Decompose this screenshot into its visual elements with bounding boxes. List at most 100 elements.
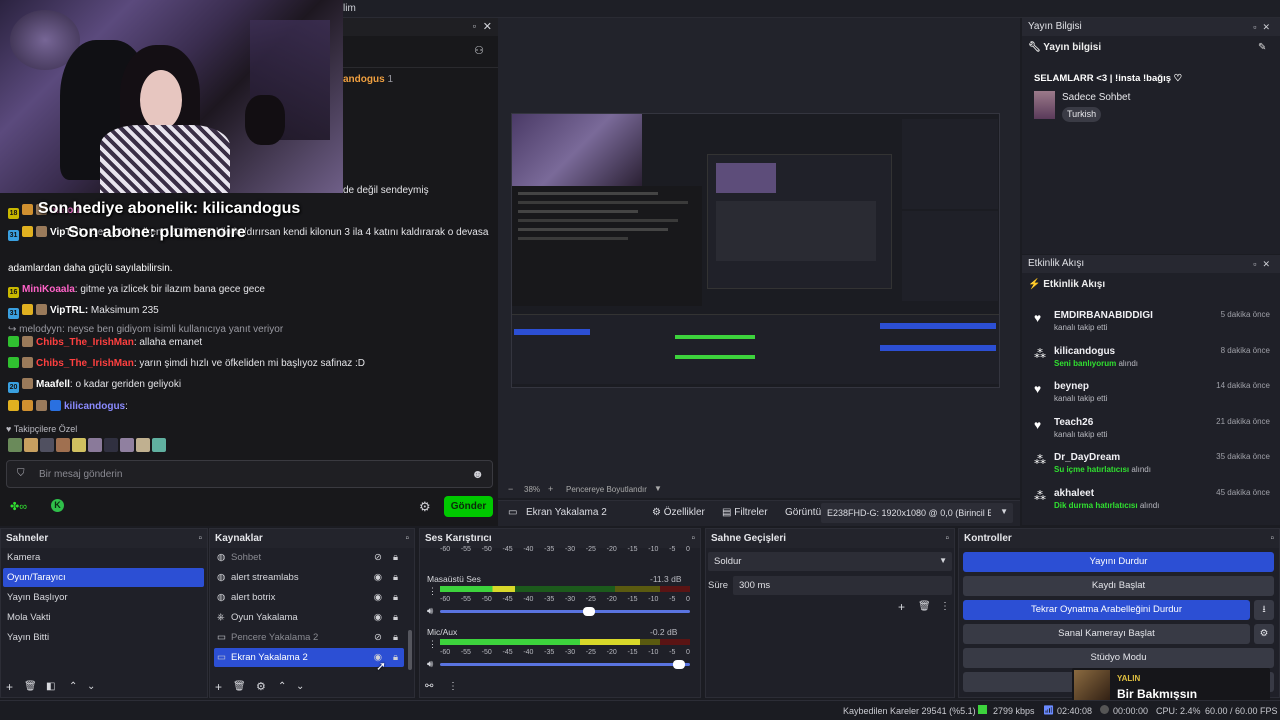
mixer-link-icon[interactable]: ⚯ <box>425 680 433 694</box>
move-up-icon[interactable]: ⌃ <box>69 680 77 694</box>
scene-item[interactable]: Oyun/Tarayıcı <box>3 568 204 587</box>
filters-button[interactable]: ▤ Filtreler <box>722 503 768 523</box>
source-item[interactable]: ◍ Sohbet ⊘ 🔒︎ <box>214 548 404 567</box>
start-virtual-camera-button[interactable]: Sanal Kamerayı Başlat <box>963 624 1250 644</box>
properties-button[interactable]: ⚙ Özellikler <box>652 503 705 523</box>
transition-select[interactable]: Soldur ▼ <box>708 552 952 571</box>
emoji-icon[interactable]: ☻ <box>471 467 484 481</box>
stop-replay-buffer-button[interactable]: Tekrar Oynatma Arabelleğini Durdur <box>963 600 1250 620</box>
speaker-icon[interactable]: 🔊︎ <box>427 606 433 617</box>
volume-slider[interactable] <box>440 607 690 616</box>
eye-icon[interactable]: ◉ <box>374 588 382 607</box>
scene-item[interactable]: Kamera <box>3 548 204 567</box>
emote[interactable] <box>56 438 70 452</box>
lock-icon[interactable]: 🔒︎ <box>393 608 398 627</box>
program-preview[interactable] <box>511 113 1000 388</box>
chat-username[interactable]: VipTRL: <box>50 305 88 316</box>
emote[interactable] <box>120 438 134 452</box>
source-item[interactable]: ⎈ Oyun Yakalama ◉ 🔒︎ <box>214 608 404 627</box>
more-menu-icon[interactable]: ⋮ <box>448 680 458 694</box>
add-transition-icon[interactable]: + <box>898 600 905 614</box>
zoom-out-icon[interactable]: − <box>508 484 513 494</box>
close-icon[interactable]: ✕ <box>483 20 492 33</box>
sources-scrollbar[interactable] <box>408 630 412 670</box>
trash-icon[interactable]: 🗑︎ <box>24 680 37 694</box>
stop-streaming-button[interactable]: Yayını Durdur <box>963 552 1274 572</box>
start-recording-button[interactable]: Kaydı Başlat <box>963 576 1274 596</box>
source-item[interactable]: ▭ Pencere Yakalama 2 ⊘ 🔒︎ <box>214 628 404 647</box>
chat-input-placeholder[interactable]: Bir mesaj gönderin <box>39 469 122 480</box>
scene-item[interactable]: Yayın Başlıyor <box>3 588 204 607</box>
float-icon[interactable]: ▫ <box>473 21 476 31</box>
float-icon[interactable]: ▫ <box>1270 529 1274 548</box>
studio-mode-button[interactable]: Stüdyo Modu <box>963 648 1274 668</box>
source-item[interactable]: ◍ alert streamlabs ◉ 🔒︎ <box>214 568 404 587</box>
emote[interactable] <box>88 438 102 452</box>
speaker-icon[interactable]: 🔊︎ <box>427 659 433 670</box>
volume-handle[interactable] <box>673 660 686 669</box>
eye-icon[interactable]: ◉ <box>374 608 382 627</box>
eye-off-icon[interactable]: ⊘ <box>374 548 382 567</box>
emote[interactable] <box>40 438 54 452</box>
more-menu-icon[interactable]: ⋮ <box>940 600 950 614</box>
channel-menu-icon[interactable]: ⋮ <box>428 639 437 650</box>
gear-icon[interactable]: ⚙ <box>256 680 266 694</box>
save-replay-icon[interactable]: ⭳ <box>1254 600 1274 620</box>
chevron-down-icon[interactable]: ▼ <box>654 484 662 493</box>
emote[interactable] <box>72 438 86 452</box>
zoom-level[interactable]: 38% <box>524 485 540 494</box>
float-icon[interactable]: ▫ <box>405 529 409 548</box>
filter-icon[interactable]: ◧ <box>46 680 55 694</box>
emote[interactable] <box>8 438 22 452</box>
lock-icon[interactable]: 🔒︎ <box>393 588 398 607</box>
move-down-icon[interactable]: ⌄ <box>87 680 95 694</box>
float-icon[interactable]: ▫ <box>198 529 202 548</box>
emote[interactable] <box>104 438 118 452</box>
chat-username[interactable]: MiniKoaala <box>22 284 75 295</box>
chat-username[interactable]: Chibs_The_IrishMan <box>36 337 134 348</box>
display-select[interactable]: E238FHD-G: 1920x1080 @ 0,0 (Birincil Ekr… <box>821 503 1013 523</box>
virtual-camera-settings-icon[interactable]: ⚙ <box>1254 624 1274 644</box>
chat-username[interactable]: Chibs_The_IrishMan <box>36 358 134 369</box>
float-icon[interactable]: ▫ <box>945 529 949 548</box>
edit-icon[interactable]: ✎ <box>1258 42 1266 53</box>
volume-handle[interactable] <box>582 607 595 616</box>
channel-menu-icon[interactable]: ⋮ <box>428 586 437 597</box>
trash-icon[interactable]: 🗑︎ <box>233 680 246 694</box>
move-up-icon[interactable]: ⌃ <box>278 680 286 694</box>
add-scene-icon[interactable]: + <box>6 680 13 694</box>
float-close-icons[interactable]: ▫✕ <box>1253 18 1276 36</box>
float-icon[interactable]: ▫ <box>691 529 695 548</box>
chat-username[interactable]: Maafell <box>36 379 70 390</box>
eye-icon[interactable]: ◉ <box>374 568 382 587</box>
lock-icon[interactable]: 🔒︎ <box>393 628 398 647</box>
kick-icon[interactable]: K <box>51 499 64 512</box>
settings-gear-icon[interactable]: ⚙ <box>419 499 431 515</box>
chat-username[interactable]: andogus <box>343 74 385 85</box>
trash-icon[interactable]: 🗑︎ <box>918 600 931 614</box>
lock-icon[interactable]: 🔒︎ <box>393 648 398 667</box>
chat-username[interactable]: kilicandogus <box>64 401 125 412</box>
move-down-icon[interactable]: ⌄ <box>296 680 304 694</box>
lock-icon[interactable]: 🔒︎ <box>393 548 398 567</box>
lock-icon[interactable]: 🔒︎ <box>393 568 398 587</box>
source-item[interactable]: ◍ alert botrix ◉ 🔒︎ <box>214 588 404 607</box>
duration-input[interactable]: 300 ms <box>733 576 952 595</box>
chat-input-box[interactable]: ⛉ Bir mesaj gönderin ☻ <box>6 460 493 488</box>
emote[interactable] <box>24 438 38 452</box>
users-icon[interactable]: ⚇ <box>474 44 484 57</box>
channel-points-icon[interactable]: ✤∞ <box>10 500 27 513</box>
volume-slider[interactable] <box>440 660 690 669</box>
eye-off-icon[interactable]: ⊘ <box>374 628 382 647</box>
emote[interactable] <box>136 438 150 452</box>
zoom-fit-select[interactable]: Pencereye Boyutlandır <box>566 485 647 494</box>
chat-badge-icon: 31 <box>8 230 19 241</box>
scene-item[interactable]: Yayın Bitti <box>3 628 204 647</box>
emote[interactable] <box>152 438 166 452</box>
scene-item[interactable]: Mola Vakti <box>3 608 204 627</box>
menu-item[interactable]: lim <box>343 3 356 14</box>
zoom-in-icon[interactable]: + <box>548 484 553 494</box>
float-close-icons[interactable]: ▫✕ <box>1253 255 1276 273</box>
send-button[interactable]: Gönder <box>444 496 493 517</box>
add-source-icon[interactable]: + <box>215 680 222 694</box>
